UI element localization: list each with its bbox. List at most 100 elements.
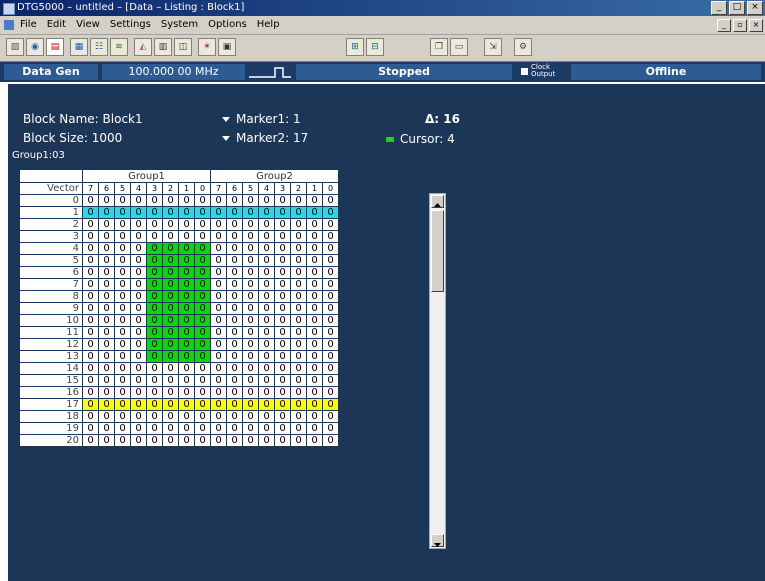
data-cell[interactable]: 0 [306,278,323,291]
data-cell[interactable]: 0 [322,314,339,327]
data-cell[interactable]: 0 [274,242,291,255]
data-cell[interactable]: 0 [146,242,163,255]
scroll-thumb[interactable] [431,210,444,292]
data-cell[interactable]: 0 [98,254,115,267]
data-cell[interactable]: 0 [226,242,243,255]
data-cell[interactable]: 0 [82,362,99,375]
data-cell[interactable]: 0 [162,218,179,231]
data-cell[interactable]: 0 [242,266,259,279]
data-cell[interactable]: 0 [82,374,99,387]
data-cell[interactable]: 0 [306,386,323,399]
data-cell[interactable]: 0 [210,338,227,351]
data-cell[interactable]: 0 [258,302,275,315]
data-cell[interactable]: 0 [130,266,147,279]
edit-pattern-icon[interactable]: ✶ [198,38,216,56]
data-cell[interactable]: 0 [82,338,99,351]
data-cell[interactable]: 0 [210,386,227,399]
data-cell[interactable]: 0 [98,422,115,435]
data-cell[interactable]: 0 [130,206,147,219]
data-cell[interactable]: 0 [226,422,243,435]
data-cell[interactable]: 0 [306,194,323,207]
menu-view[interactable]: View [76,16,100,34]
data-cell[interactable]: 0 [274,374,291,387]
data-cell[interactable]: 0 [146,254,163,267]
data-cell[interactable]: 0 [114,422,131,435]
data-cell[interactable]: 0 [258,230,275,243]
data-cell[interactable]: 0 [178,302,195,315]
data-cell[interactable]: 0 [146,386,163,399]
data-cell[interactable]: 0 [322,194,339,207]
data-cell[interactable]: 0 [242,386,259,399]
data-cell[interactable]: 0 [178,410,195,423]
data-cell[interactable]: 0 [194,254,211,267]
data-cell[interactable]: 0 [306,326,323,339]
menu-settings[interactable]: Settings [110,16,151,34]
data-cell[interactable]: 0 [322,206,339,219]
data-cell[interactable]: 0 [146,338,163,351]
data-cell[interactable]: 0 [82,386,99,399]
data-cell[interactable]: 0 [114,242,131,255]
data-cell[interactable]: 0 [114,410,131,423]
data-cell[interactable]: 0 [162,338,179,351]
data-cell[interactable]: 0 [258,338,275,351]
data-cell[interactable]: 0 [178,350,195,363]
data-cell[interactable]: 0 [226,254,243,267]
data-cell[interactable]: 0 [322,266,339,279]
mdi-restore-button[interactable]: ▫ [733,19,747,32]
data-cell[interactable]: 0 [98,314,115,327]
data-cell[interactable]: 0 [242,194,259,207]
data-cell[interactable]: 0 [194,410,211,423]
data-cell[interactable]: 0 [162,230,179,243]
clock-output-checkbox[interactable] [521,68,528,75]
data-cell[interactable]: 0 [210,362,227,375]
data-cell[interactable]: 0 [114,254,131,267]
data-cell[interactable]: 0 [98,374,115,387]
data-cell[interactable]: 0 [242,290,259,303]
data-cell[interactable]: 0 [322,410,339,423]
overwrite-icon[interactable]: ⊟ [366,38,384,56]
data-cell[interactable]: 0 [290,422,307,435]
data-cell[interactable]: 0 [226,434,243,447]
data-cell[interactable]: 0 [82,302,99,315]
setup-icon[interactable]: ▨ [6,38,24,56]
data-cell[interactable]: 0 [82,218,99,231]
data-cell[interactable]: 0 [178,398,195,411]
data-cell[interactable]: 0 [226,410,243,423]
data-cell[interactable]: 0 [210,302,227,315]
data-cell[interactable]: 0 [258,194,275,207]
data-cell[interactable]: 0 [322,278,339,291]
data-cell[interactable]: 0 [178,218,195,231]
data-cell[interactable]: 0 [258,398,275,411]
data-cell[interactable]: 0 [322,338,339,351]
data-cell[interactable]: 0 [210,242,227,255]
data-cell[interactable]: 0 [274,218,291,231]
data-cell[interactable]: 0 [290,206,307,219]
data-cell[interactable]: 0 [322,422,339,435]
data-cell[interactable]: 0 [290,254,307,267]
data-cell[interactable]: 0 [178,290,195,303]
data-cell[interactable]: 0 [210,206,227,219]
data-cell[interactable]: 0 [226,194,243,207]
menu-file[interactable]: File [20,16,37,34]
data-cell[interactable]: 0 [274,206,291,219]
insert-icon[interactable]: ⊞ [346,38,364,56]
data-cell[interactable]: 0 [226,206,243,219]
data-cell[interactable]: 0 [162,374,179,387]
data-cell[interactable]: 0 [210,314,227,327]
data-cell[interactable]: 0 [274,434,291,447]
data-cell[interactable]: 0 [162,278,179,291]
data-cell[interactable]: 0 [98,230,115,243]
paste-icon[interactable]: ▭ [450,38,468,56]
data-cell[interactable]: 0 [322,398,339,411]
data-cell[interactable]: 0 [178,230,195,243]
data-cell[interactable]: 0 [146,314,163,327]
data-cell[interactable]: 0 [146,398,163,411]
data-cell[interactable]: 0 [146,422,163,435]
data-cell[interactable]: 0 [290,326,307,339]
data-cell[interactable]: 0 [82,290,99,303]
data-cell[interactable]: 0 [82,206,99,219]
data-cell[interactable]: 0 [194,374,211,387]
data-cell[interactable]: 0 [146,194,163,207]
data-cell[interactable]: 0 [258,290,275,303]
data-cell[interactable]: 0 [210,410,227,423]
